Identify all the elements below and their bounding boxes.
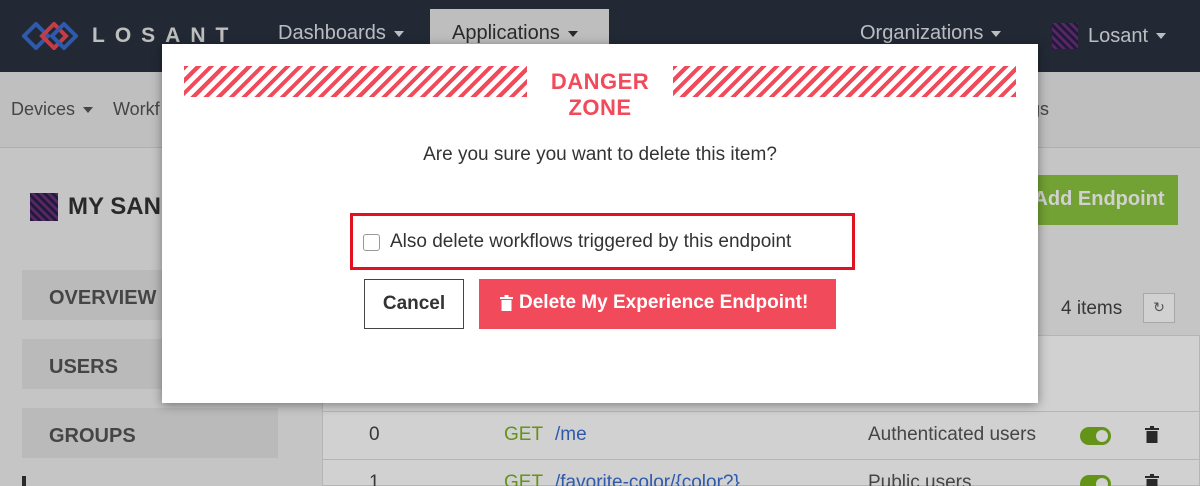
confirm-question: Are you sure you want to delete this ite… <box>423 144 777 165</box>
delete-confirm-modal: DANGER ZONE Are you sure you want to del… <box>162 44 1038 403</box>
danger-zone-label: DANGER ZONE <box>550 69 650 120</box>
delete-label: Delete My Experience Endpoint! <box>519 292 809 313</box>
delete-workflows-checkbox[interactable] <box>363 234 380 251</box>
trash-icon <box>500 295 513 311</box>
delete-workflows-label[interactable]: Also delete workflows triggered by this … <box>390 231 791 253</box>
delete-endpoint-button[interactable]: Delete My Experience Endpoint! <box>479 279 836 329</box>
danger-stripe-left <box>184 66 527 97</box>
danger-stripe-right <box>673 66 1016 97</box>
cancel-button[interactable]: Cancel <box>364 279 464 329</box>
cancel-label: Cancel <box>382 293 446 314</box>
